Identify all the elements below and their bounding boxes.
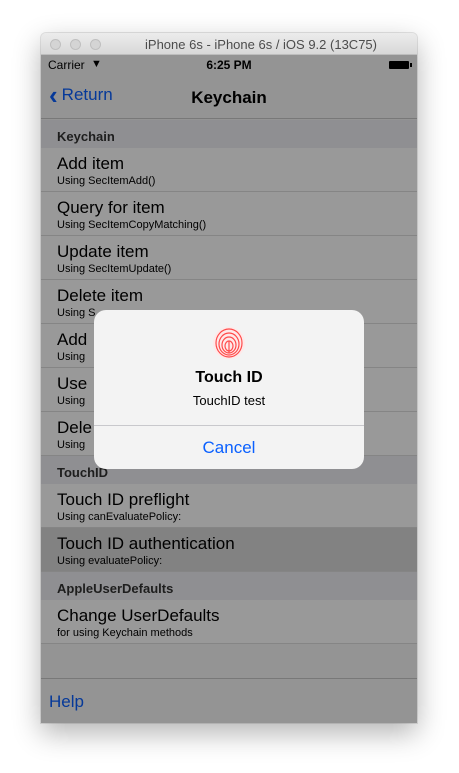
touch-id-alert: Touch ID TouchID test Cancel [94,310,364,469]
fingerprint-icon [213,327,245,359]
zoom-window-button[interactable] [90,39,101,50]
window-titlebar: iPhone 6s - iPhone 6s / iOS 9.2 (13C75) [41,33,417,55]
alert-message: TouchID test [192,393,266,408]
device-screen: Carrier ▼ 6:25 PM ‹ Return Keychain Keyc… [41,55,417,723]
window-title: iPhone 6s - iPhone 6s / iOS 9.2 (13C75) [145,37,377,52]
minimize-window-button[interactable] [70,39,81,50]
close-window-button[interactable] [50,39,61,50]
cancel-button[interactable]: Cancel [94,426,364,469]
simulator-window: iPhone 6s - iPhone 6s / iOS 9.2 (13C75) … [41,33,417,723]
alert-title: Touch ID [195,369,263,386]
